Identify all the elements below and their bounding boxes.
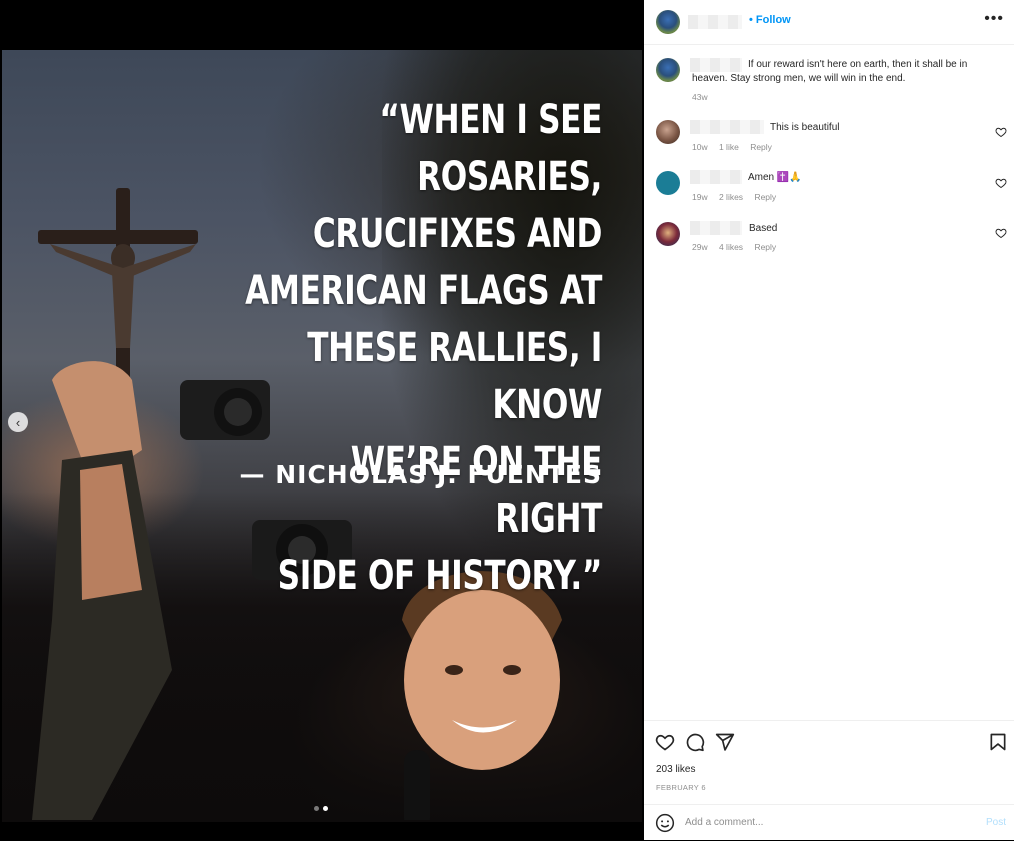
comment-meta: 29w 4 likes Reply	[692, 242, 785, 252]
avatar[interactable]	[656, 171, 680, 195]
comment-likes[interactable]: 1 like	[719, 142, 739, 152]
post-actions: 203 likes FEBRUARY 6	[644, 720, 1014, 805]
heart-icon[interactable]	[995, 177, 1007, 189]
avatar[interactable]	[656, 222, 680, 246]
comment-item: If our reward isn't here on earth, then …	[644, 55, 1014, 105]
comment-text: Based	[749, 223, 778, 234]
comment-item: This is beautiful 10w 1 like Reply	[644, 120, 1014, 156]
previous-slide-button[interactable]: ‹	[8, 412, 28, 432]
post-header: • Follow •••	[644, 0, 1014, 45]
reply-button[interactable]: Reply	[754, 242, 776, 252]
heart-icon[interactable]	[655, 732, 675, 752]
comment-meta: 10w 1 like Reply	[692, 142, 781, 152]
emoji-icon[interactable]	[655, 813, 675, 833]
post-button[interactable]: Post	[986, 817, 1006, 828]
share-icon[interactable]	[715, 732, 735, 752]
heart-icon[interactable]	[995, 227, 1007, 239]
comment-likes[interactable]: 4 likes	[719, 242, 743, 252]
add-comment-bar: Add a comment... Post	[644, 804, 1014, 841]
post-side-panel: • Follow ••• If our reward isn't here on…	[644, 0, 1014, 840]
username-redacted[interactable]	[688, 15, 742, 29]
carousel-dot	[314, 806, 319, 811]
post-date[interactable]: FEBRUARY 6	[656, 783, 706, 792]
quote-line: AMERICAN FLAGS AT	[245, 268, 603, 314]
reply-button[interactable]: Reply	[750, 142, 772, 152]
username-redacted[interactable]	[690, 120, 764, 134]
quote-line: THESE RALLIES, I KNOW	[307, 325, 602, 428]
more-horizontal-icon[interactable]: •••	[984, 10, 1004, 28]
carousel-indicator	[314, 806, 328, 811]
quote-line: WE’RE ON THE RIGHT	[350, 439, 603, 542]
quote-author: — NICHOLAS J. FUENTES	[239, 460, 602, 489]
quote-line: SIDE OF HISTORY.”	[277, 553, 603, 599]
username-redacted[interactable]	[690, 170, 742, 184]
post-quote: “WHEN I SEE ROSARIES, CRUCIFIXES AND AME…	[235, 92, 602, 605]
comment-text: If our reward isn't here on earth, then …	[692, 59, 968, 84]
chevron-left-icon: ‹	[15, 414, 21, 430]
avatar[interactable]	[656, 10, 680, 34]
comment-meta: 19w 2 likes Reply	[692, 192, 785, 202]
comment-text: This is beautiful	[770, 122, 840, 133]
username-redacted[interactable]	[690, 221, 742, 235]
avatar[interactable]	[656, 120, 680, 144]
comment-text: Amen ✝️🙏	[748, 172, 802, 183]
quote-line: CRUCIFIXES AND	[312, 211, 602, 257]
comment-time[interactable]: 10w	[692, 142, 708, 152]
follow-button[interactable]: • Follow	[749, 14, 791, 26]
reply-button[interactable]: Reply	[754, 192, 776, 202]
comment-item: Amen ✝️🙏 19w 2 likes Reply	[644, 170, 1014, 206]
bookmark-icon[interactable]	[988, 732, 1008, 752]
comment-meta: 43w	[692, 92, 717, 102]
heart-icon[interactable]	[995, 126, 1007, 138]
likes-count[interactable]: 203 likes	[656, 764, 695, 775]
comment-item: Based 29w 4 likes Reply	[644, 221, 1014, 257]
avatar[interactable]	[656, 58, 680, 82]
comment-likes[interactable]: 2 likes	[719, 192, 743, 202]
comment-time[interactable]: 43w	[692, 92, 708, 102]
comment-time[interactable]: 19w	[692, 192, 708, 202]
comment-time[interactable]: 29w	[692, 242, 708, 252]
quote-line: “WHEN I SEE ROSARIES,	[379, 97, 602, 200]
post-media: “WHEN I SEE ROSARIES, CRUCIFIXES AND AME…	[0, 0, 644, 840]
comment-icon[interactable]	[685, 732, 705, 752]
carousel-dot-active	[323, 806, 328, 811]
comment-input[interactable]: Add a comment...	[685, 817, 763, 828]
post-image: “WHEN I SEE ROSARIES, CRUCIFIXES AND AME…	[2, 50, 642, 822]
